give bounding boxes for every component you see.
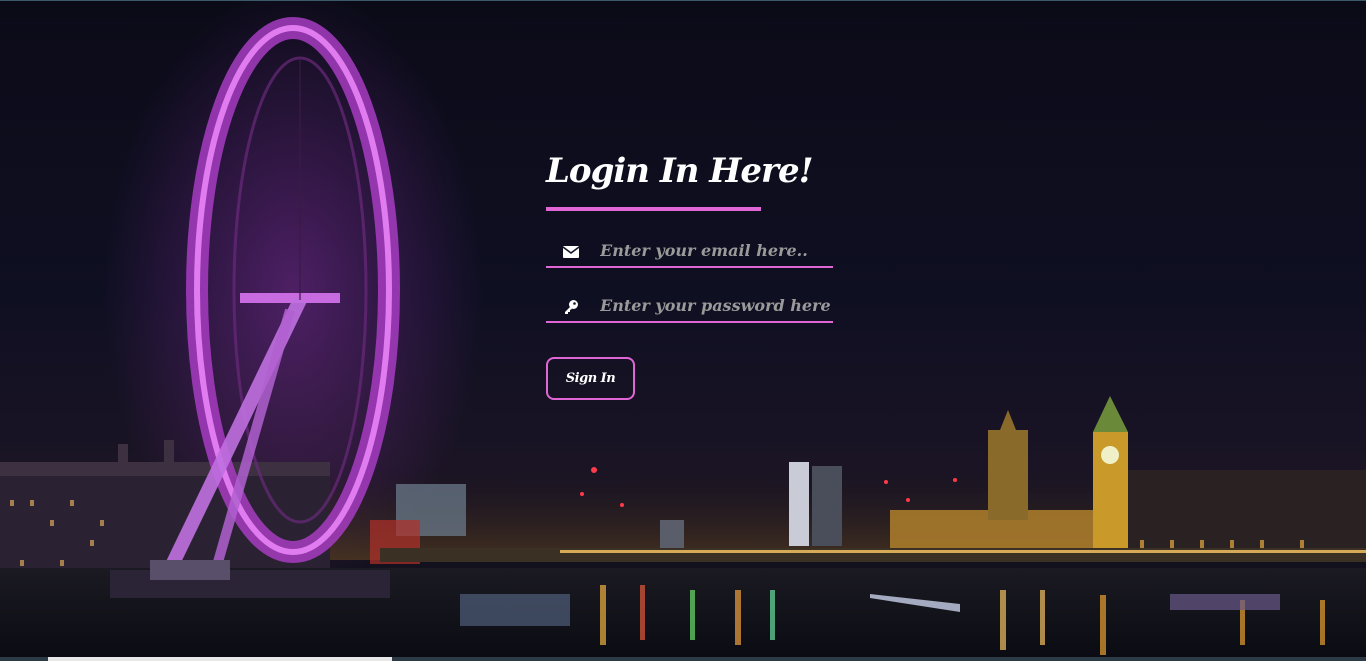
login-form: Login In Here! Sign In (546, 148, 846, 400)
password-input[interactable] (600, 291, 830, 319)
email-field (546, 234, 833, 268)
key-icon (563, 299, 579, 314)
password-field (546, 289, 833, 323)
top-border (0, 0, 1366, 1)
title-underline (546, 207, 761, 211)
bottom-bar-highlight (48, 657, 392, 661)
envelope-icon (562, 244, 580, 258)
sign-in-button[interactable]: Sign In (546, 357, 635, 400)
email-input[interactable] (600, 236, 830, 264)
login-title: Login In Here! (546, 151, 814, 191)
